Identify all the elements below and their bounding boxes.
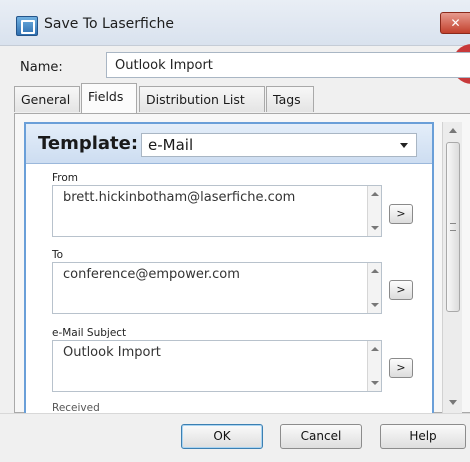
tab-fields[interactable]: Fields — [81, 83, 137, 113]
email-subject-value: Outlook Import — [63, 345, 161, 360]
tab-general[interactable]: General — [14, 86, 80, 112]
received-label: Received — [52, 402, 100, 412]
scroll-up-icon[interactable] — [449, 128, 457, 133]
to-label: To — [52, 249, 64, 261]
tab-distribution-list[interactable]: Distribution List — [139, 86, 265, 112]
name-label: Name: — [20, 60, 63, 75]
from-value: brett.hickinbotham@laserfiche.com — [63, 190, 296, 205]
from-insert-button[interactable]: > — [389, 204, 413, 224]
email-subject-insert-button[interactable]: > — [389, 358, 413, 378]
laserfiche-app-icon — [16, 16, 38, 36]
close-button[interactable]: ✕ — [440, 12, 470, 34]
ok-button[interactable]: OK — [181, 424, 263, 449]
tab-tags[interactable]: Tags — [266, 86, 314, 112]
from-scrollbar[interactable] — [367, 186, 381, 236]
scroll-down-icon[interactable] — [449, 400, 457, 405]
email-subject-label: e-Mail Subject — [52, 327, 127, 339]
from-field[interactable]: brett.hickinbotham@laserfiche.com — [52, 185, 382, 237]
from-label: From — [52, 172, 79, 184]
fields-scrollbar[interactable] — [442, 122, 462, 413]
to-scrollbar[interactable] — [367, 263, 381, 313]
to-field[interactable]: conference@empower.com — [52, 262, 382, 314]
template-dropdown[interactable]: e-Mail — [141, 133, 417, 157]
name-input[interactable] — [106, 52, 470, 78]
scrollbar-thumb[interactable] — [446, 142, 460, 312]
template-label: Template: — [38, 133, 139, 154]
template-value: e-Mail — [148, 136, 194, 154]
email-subject-field[interactable]: Outlook Import — [52, 340, 382, 392]
help-button[interactable]: Help — [380, 424, 466, 449]
to-insert-button[interactable]: > — [389, 280, 413, 300]
chevron-down-icon — [400, 143, 408, 148]
title-bar: Save To Laserfiche ✕ — [0, 0, 470, 46]
to-value: conference@empower.com — [63, 267, 240, 282]
cancel-button[interactable]: Cancel — [280, 424, 362, 449]
window-title: Save To Laserfiche — [44, 16, 175, 32]
email-subject-scrollbar[interactable] — [367, 341, 381, 391]
